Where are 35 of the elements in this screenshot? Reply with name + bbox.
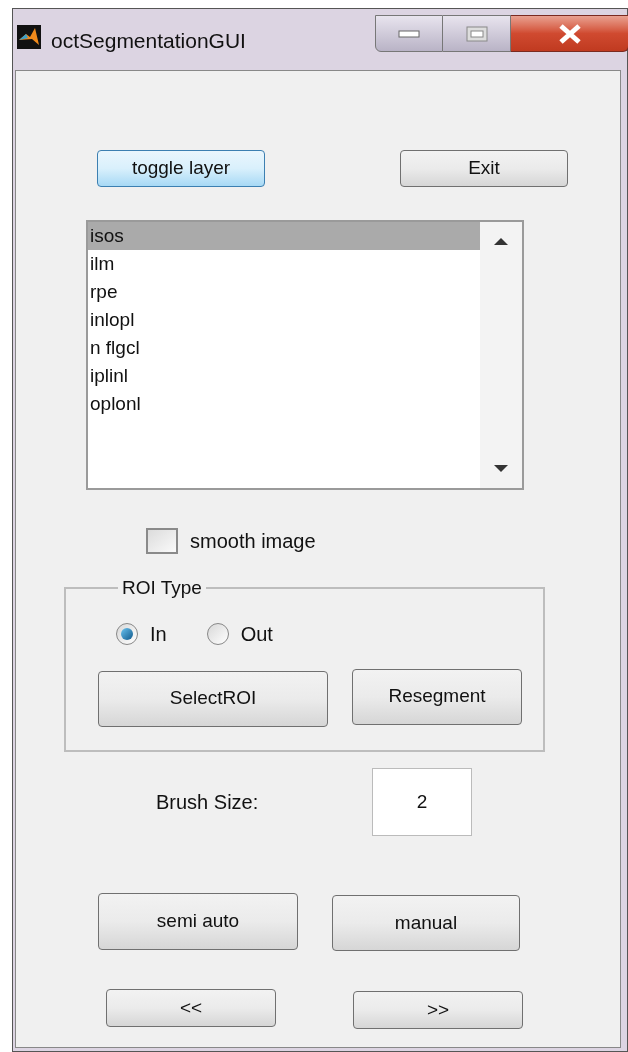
nav-button[interactable]: >>: [353, 991, 523, 1029]
brush-size-field[interactable]: 2: [372, 768, 472, 836]
push-button[interactable]: Exit: [400, 150, 568, 187]
nav-button[interactable]: <<: [106, 989, 276, 1027]
checkbox-label: smooth image: [190, 529, 316, 554]
radio-button[interactable]: [206, 622, 229, 645]
push-button[interactable]: Resegment: [352, 668, 522, 725]
checkbox[interactable]: [146, 528, 178, 554]
maximize-icon: [465, 25, 488, 42]
group-title: ROI Type: [121, 576, 203, 600]
scrollbar[interactable]: [480, 222, 522, 488]
layer-listbox[interactable]: isos ilm rpe inlopl n flgcl iplinl oplonl: [86, 220, 524, 490]
close-button[interactable]: [511, 15, 628, 52]
list-item[interactable]: rpe: [88, 278, 480, 306]
push-button[interactable]: semi auto: [98, 893, 298, 950]
list-item[interactable]: iplinl: [88, 362, 480, 390]
maximize-button[interactable]: [443, 15, 511, 52]
push-button[interactable]: manual: [332, 895, 520, 951]
radio-button[interactable]: [116, 622, 138, 645]
list-item[interactable]: ilm: [88, 250, 480, 278]
window-title: octSegmentationGUI: [51, 28, 246, 54]
push-button[interactable]: toggle layer: [97, 150, 265, 187]
brush-size-label: Brush Size:: [156, 790, 260, 815]
list-item[interactable]: oplonl: [88, 390, 480, 418]
list-item[interactable]: isos: [88, 222, 480, 250]
radio-label: In: [150, 621, 167, 647]
radio-label: Out: [240, 621, 273, 647]
push-button[interactable]: SelectROI: [98, 670, 328, 727]
minimize-button[interactable]: [375, 15, 443, 52]
list-item[interactable]: n flgcl: [88, 334, 480, 362]
scroll-down-icon[interactable]: [494, 465, 508, 472]
minimize-icon: [398, 29, 420, 38]
list-item[interactable]: inlopl: [88, 306, 480, 334]
scroll-up-icon[interactable]: [494, 238, 508, 245]
app-logo-icon: [17, 25, 41, 49]
